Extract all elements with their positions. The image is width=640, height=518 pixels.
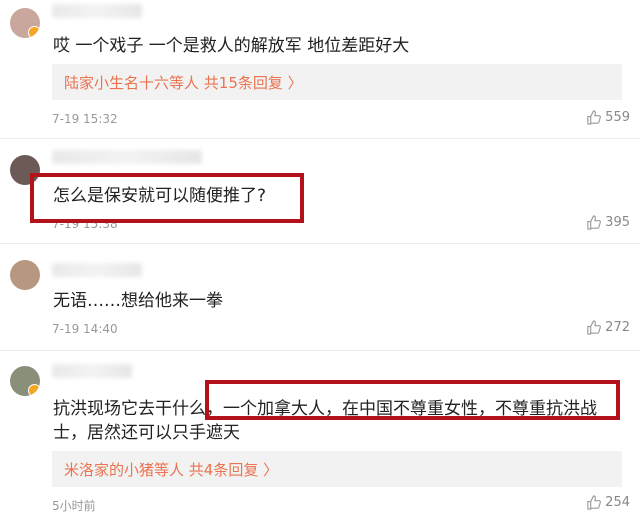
comment-text: 无语……想给他来一拳 xyxy=(53,291,223,311)
blurred-username xyxy=(52,263,142,277)
verified-badge-icon xyxy=(28,384,40,396)
like-count: 395 xyxy=(605,215,630,230)
verified-badge-icon xyxy=(28,26,40,38)
like-count: 272 xyxy=(605,320,630,335)
thumbs-up-icon xyxy=(587,495,602,510)
like-count: 559 xyxy=(605,110,630,125)
reply-count-link[interactable]: 等人 共15条回复 〉 xyxy=(169,74,303,92)
comment-text: 哎 一个戏子 一个是救人的解放军 地位差距好大 xyxy=(53,36,410,56)
reply-names[interactable]: 陆家小生名十六 xyxy=(64,74,169,92)
reply-summary[interactable]: 米洛家的小猪等人 共4条回复 〉 xyxy=(52,451,622,487)
like-button[interactable]: 254 xyxy=(586,495,630,510)
like-button[interactable]: 395 xyxy=(586,215,630,230)
divider xyxy=(0,350,640,351)
timestamp: 7-19 14:40 xyxy=(52,322,118,336)
red-highlight-box xyxy=(30,173,304,223)
thumbs-up-icon xyxy=(587,320,602,335)
timestamp: 7-19 15:32 xyxy=(52,112,118,126)
avatar[interactable] xyxy=(10,366,40,396)
thumbs-up-icon xyxy=(587,110,602,125)
like-button[interactable]: 559 xyxy=(586,110,630,125)
thumbs-up-icon xyxy=(587,215,602,230)
red-highlight-box xyxy=(205,380,620,420)
timestamp: 5小时前 xyxy=(52,499,96,513)
blurred-username xyxy=(52,4,142,18)
divider xyxy=(0,138,640,139)
reply-summary[interactable]: 陆家小生名十六等人 共15条回复 〉 xyxy=(52,64,622,100)
divider xyxy=(0,243,640,244)
comment-text-line-2: 士，居然还可以只手遮天 xyxy=(53,423,240,443)
blurred-username xyxy=(52,364,132,378)
reply-count-link[interactable]: 等人 共4条回复 〉 xyxy=(154,461,278,479)
like-count: 254 xyxy=(605,495,630,510)
blurred-username xyxy=(52,150,202,164)
avatar[interactable] xyxy=(10,260,40,290)
avatar[interactable] xyxy=(10,8,40,38)
reply-names[interactable]: 米洛家的小猪 xyxy=(64,461,154,479)
like-button[interactable]: 272 xyxy=(586,320,630,335)
